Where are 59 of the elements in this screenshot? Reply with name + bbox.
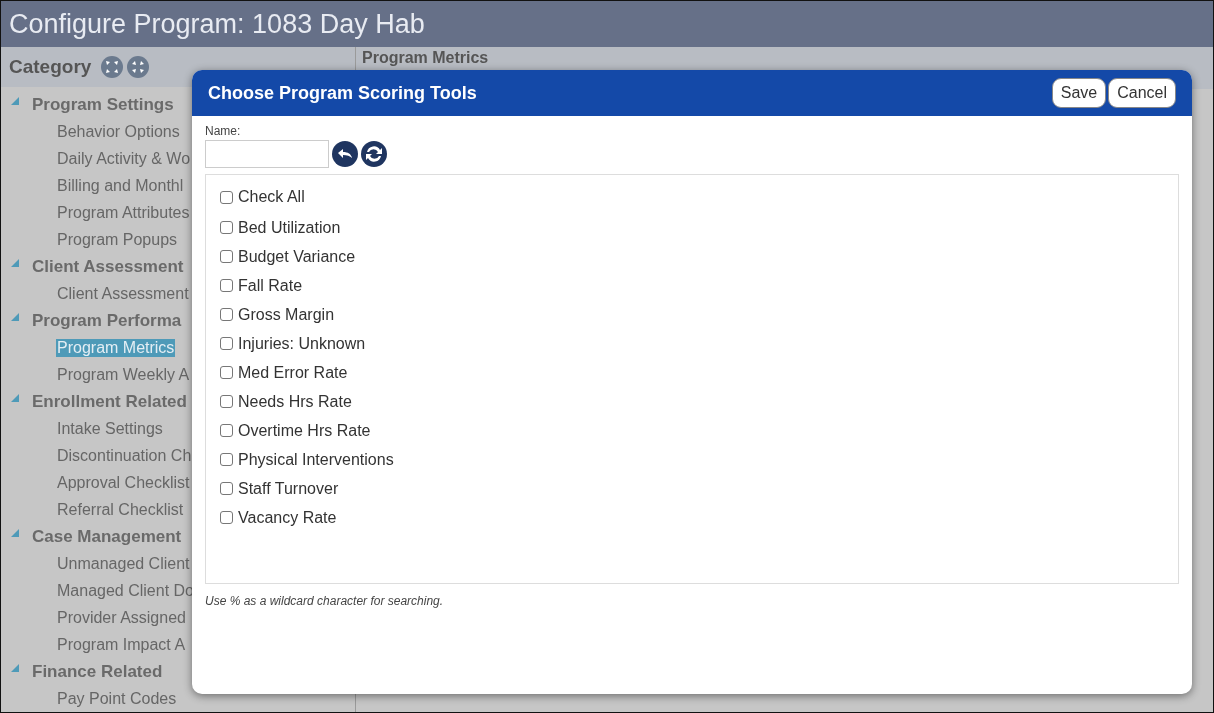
category-title: Category [9,56,92,78]
sidebar-item[interactable]: Client Assessment [56,284,190,303]
collapse-icon[interactable] [127,56,150,78]
sidebar-item[interactable]: Program Impact A [56,635,187,654]
expand-icon[interactable] [101,56,124,78]
checkbox[interactable] [220,337,233,350]
sidebar-item[interactable]: Pay Point Codes [56,689,178,708]
checkbox[interactable] [220,453,233,466]
sidebar-item[interactable]: Program Attributes [56,203,191,222]
checkbox[interactable] [220,250,233,263]
field-label: Name: [205,124,242,138]
cancel-button[interactable]: Cancel [1108,78,1176,108]
checkbox-label: Physical Interventions [238,450,394,469]
checkbox-label: Med Error Rate [238,363,348,382]
section-title: Program Metrics [362,48,489,67]
sidebar-item[interactable]: Daily Activity & Wo [56,149,192,168]
checkbox-label: Vacancy Rate [238,508,337,527]
refresh-icon[interactable] [361,141,387,167]
hint-text: Use % as a wildcard character for searching. [205,594,445,608]
checkbox[interactable] [220,190,233,204]
undo-icon[interactable] [332,141,358,167]
category-group[interactable]: Program Settings [32,94,174,115]
category-group[interactable]: Program Performa [32,310,182,331]
sidebar-item[interactable]: Provider Assigned [56,608,187,627]
dialog-title: Choose Program Scoring Tools [208,82,477,104]
checkbox-label: Bed Utilization [238,218,341,237]
checkbox-label: Injuries: Unknown [238,334,366,353]
checkbox-label: Overtime Hrs Rate [238,421,371,440]
category-group[interactable]: Finance Related [32,661,163,682]
checkbox-label: Fall Rate [238,276,303,295]
checkbox-label: Needs Hrs Rate [238,392,352,411]
checkbox[interactable] [220,424,233,437]
checkbox[interactable] [220,221,233,234]
sidebar-item[interactable]: Program Metrics [56,338,176,357]
sidebar-item[interactable]: Referral Checklist [56,500,185,519]
sidebar-item[interactable]: Behavior Options [56,122,181,141]
checkbox-label: Budget Variance [238,247,356,266]
category-group[interactable]: Case Management [32,526,182,547]
sidebar-item[interactable]: Discontinuation Ch [56,446,193,465]
name-field[interactable] [205,140,329,168]
checkbox[interactable] [220,395,233,408]
sidebar-item[interactable]: Approval Checklist [56,473,191,492]
checkbox[interactable] [220,482,233,495]
sidebar-item[interactable]: Unmanaged Client [56,554,191,573]
checkbox[interactable] [220,308,233,321]
checkbox[interactable] [220,366,233,379]
checkbox-label: Check All [238,188,305,206]
checkbox[interactable] [220,279,233,292]
window-title: Configure Program: 1083 Day Hab [1,1,1213,47]
category-group[interactable]: Enrollment Related [32,391,187,412]
sidebar-item[interactable]: Program Weekly A [56,365,191,384]
checkbox[interactable] [220,511,233,524]
sidebar-item[interactable]: Program Popups [56,230,179,249]
checkbox-label: Staff Turnover [238,479,339,498]
category-group[interactable]: Client Assessment [32,256,184,277]
sidebar-item[interactable]: Billing and Monthl [56,176,185,195]
save-button[interactable]: Save [1051,78,1107,108]
checkbox-label: Gross Margin [238,305,335,324]
sidebar-item[interactable]: Intake Settings [56,419,164,438]
